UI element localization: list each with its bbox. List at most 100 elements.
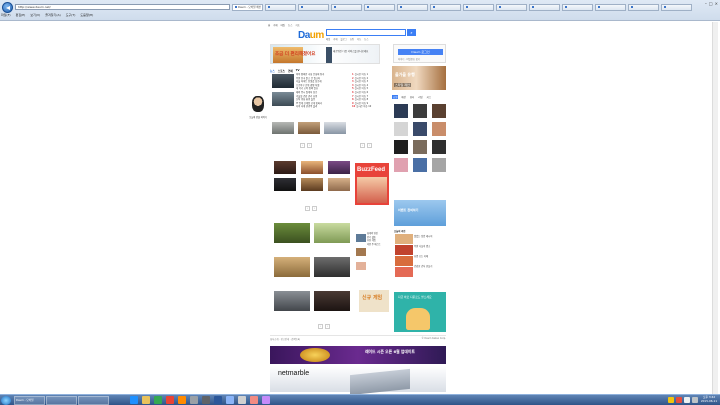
game-banner-ad[interactable]: 레이드 시즌 오픈 6월 업데이트	[270, 346, 446, 364]
tab[interactable]	[661, 4, 692, 11]
news-thumbnail[interactable]	[395, 245, 413, 255]
photo-card[interactable]	[314, 223, 350, 243]
tab[interactable]	[430, 4, 461, 11]
taskbar-item[interactable]: Daum - 모바일	[14, 396, 45, 405]
tab[interactable]	[397, 4, 428, 11]
service-link[interactable]: 메일	[326, 37, 330, 41]
netmarble-ad[interactable]: netmarble	[270, 366, 446, 396]
tray-icon[interactable]	[668, 396, 674, 403]
next-icon[interactable]: ›	[311, 206, 317, 211]
topnav-item[interactable]: 뉴스	[288, 23, 292, 27]
daum-logo[interactable]: Daum	[298, 30, 324, 41]
news-thumbnail[interactable]	[395, 234, 413, 244]
news-thumbnail[interactable]	[272, 74, 294, 88]
tab[interactable]	[265, 4, 296, 11]
menu-edit[interactable]: 편집(E)	[16, 13, 26, 17]
photo-card[interactable]	[274, 178, 296, 191]
photo-card[interactable]	[301, 161, 323, 174]
list-thumbnail[interactable]	[356, 262, 366, 270]
app-icon[interactable]	[250, 396, 258, 404]
tab-fashion[interactable]: 패션	[400, 95, 406, 99]
tab-sports[interactable]: 스포츠	[278, 69, 285, 73]
photo-card[interactable]	[298, 122, 320, 134]
product-card[interactable]	[394, 104, 408, 118]
back-arrow-icon[interactable]	[2, 2, 13, 13]
photo-card[interactable]	[301, 178, 323, 191]
app-icon[interactable]	[214, 396, 222, 404]
tab[interactable]	[364, 4, 395, 11]
login-button[interactable]: Daum 로그인	[398, 49, 443, 55]
topnav-item[interactable]: 홈	[268, 23, 270, 27]
news-thumbnail[interactable]	[272, 92, 294, 106]
product-card[interactable]	[394, 158, 408, 172]
service-link[interactable]: 카페	[333, 37, 337, 41]
top-banner-ad[interactable]: 조금 더 편리해졌어요 새로워진 다음 서비스를 만나보세요	[270, 44, 380, 64]
app-icon[interactable]	[190, 396, 198, 404]
sidebar-ad-app[interactable]: 지금 바로 다운로드 받으세요	[394, 292, 446, 332]
list-thumbnail[interactable]	[356, 234, 366, 242]
minimize-icon[interactable]: –	[705, 1, 707, 6]
taskbar-item[interactable]	[46, 396, 77, 405]
photo-card[interactable]	[274, 257, 310, 277]
product-card[interactable]	[413, 140, 427, 154]
photo-card[interactable]	[274, 291, 310, 311]
news-item[interactable]: 지역 축제 관광객 몰려	[296, 105, 348, 109]
tab[interactable]	[331, 4, 362, 11]
prev-icon[interactable]: ‹	[318, 324, 323, 329]
topnav-item[interactable]: 지도	[295, 23, 299, 27]
product-card[interactable]	[432, 140, 446, 154]
list-item[interactable]: 이번 주 베스트	[355, 243, 389, 247]
game-ad[interactable]: 신규 게임	[359, 290, 389, 312]
product-card[interactable]	[413, 122, 427, 136]
tab[interactable]	[496, 4, 527, 11]
topnav-item[interactable]: 카페	[273, 23, 277, 27]
tab[interactable]	[595, 4, 626, 11]
service-link[interactable]: 블로그	[340, 37, 346, 41]
photo-card[interactable]	[272, 122, 294, 134]
tab[interactable]	[298, 4, 329, 11]
taskbar-item[interactable]	[78, 396, 109, 405]
menu-tools[interactable]: 도구(T)	[66, 13, 76, 17]
tab-active[interactable]: Daum - 모바일 메인	[232, 4, 263, 11]
prev-icon[interactable]: ‹	[305, 206, 310, 211]
product-card[interactable]	[432, 122, 446, 136]
tab-shopping[interactable]: 쇼핑	[392, 95, 399, 99]
volume-icon[interactable]	[692, 396, 698, 403]
sidebar-ad[interactable]: 이벤트 참여하기	[394, 200, 446, 226]
app-icon[interactable]	[262, 396, 270, 404]
chrome-icon[interactable]	[166, 396, 174, 404]
news-thumbnail[interactable]	[395, 267, 413, 277]
search-button[interactable]: ⌕	[407, 29, 416, 36]
photo-card[interactable]	[324, 122, 346, 134]
app-icon[interactable]	[202, 396, 210, 404]
tab-news[interactable]: 뉴스	[270, 69, 275, 73]
service-link[interactable]: 뉴스	[364, 37, 368, 41]
menu-view[interactable]: 보기(V)	[30, 13, 40, 17]
menu-file[interactable]: 파일(F)	[1, 13, 11, 17]
clock[interactable]: 오후 3:42 2015-06-11	[700, 395, 718, 403]
start-button-icon[interactable]	[1, 396, 11, 405]
floating-celebrity[interactable]: 오늘의 인물 이야기	[247, 96, 269, 126]
photo-card[interactable]	[314, 291, 350, 311]
address-bar[interactable]: http://www.daum.net/	[15, 4, 230, 10]
product-card[interactable]	[413, 104, 427, 118]
photo-card[interactable]	[328, 161, 350, 174]
search-input[interactable]	[326, 29, 406, 36]
tab[interactable]	[562, 4, 593, 11]
news-thumbnail[interactable]	[395, 256, 413, 266]
service-link[interactable]: 지도	[357, 37, 361, 41]
tray-icon[interactable]	[676, 396, 682, 403]
product-card[interactable]	[394, 122, 408, 136]
tab-entertainment[interactable]: 연예	[288, 69, 293, 73]
topnav-item[interactable]: 메일	[281, 23, 285, 27]
next-icon[interactable]: ›	[324, 324, 330, 329]
photo-card[interactable]	[314, 257, 350, 277]
vertical-scrollbar[interactable]	[712, 22, 718, 394]
photo-card[interactable]	[328, 178, 350, 191]
firefox-icon[interactable]	[178, 396, 186, 404]
find-account-link[interactable]: 아이디 · 비밀번호 찾기	[398, 57, 420, 61]
photo-card[interactable]	[274, 223, 310, 243]
tab[interactable]	[463, 4, 494, 11]
tab-beauty[interactable]: 뷰티	[409, 95, 415, 99]
media-icon[interactable]	[154, 396, 162, 404]
